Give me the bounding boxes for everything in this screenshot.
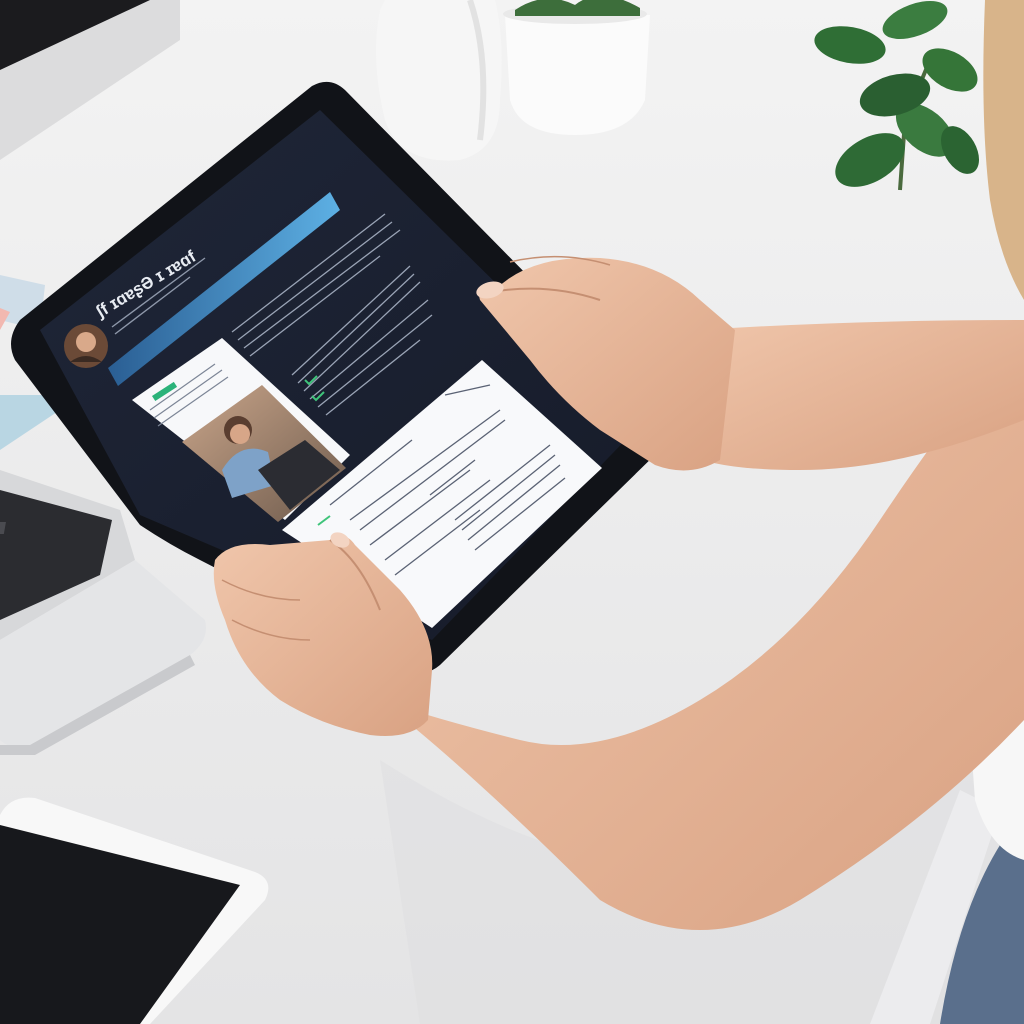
white-vase [376, 0, 502, 161]
plant-pot [503, 0, 650, 135]
photo-scene: ʃf ɪɑɐʂƏ ɪ ɪɐɑf [0, 0, 1024, 1024]
scene-illustration: ʃf ɪɑɐʂƏ ɪ ɪɐɑf [0, 0, 1024, 1024]
profile-avatar-icon [64, 324, 108, 368]
